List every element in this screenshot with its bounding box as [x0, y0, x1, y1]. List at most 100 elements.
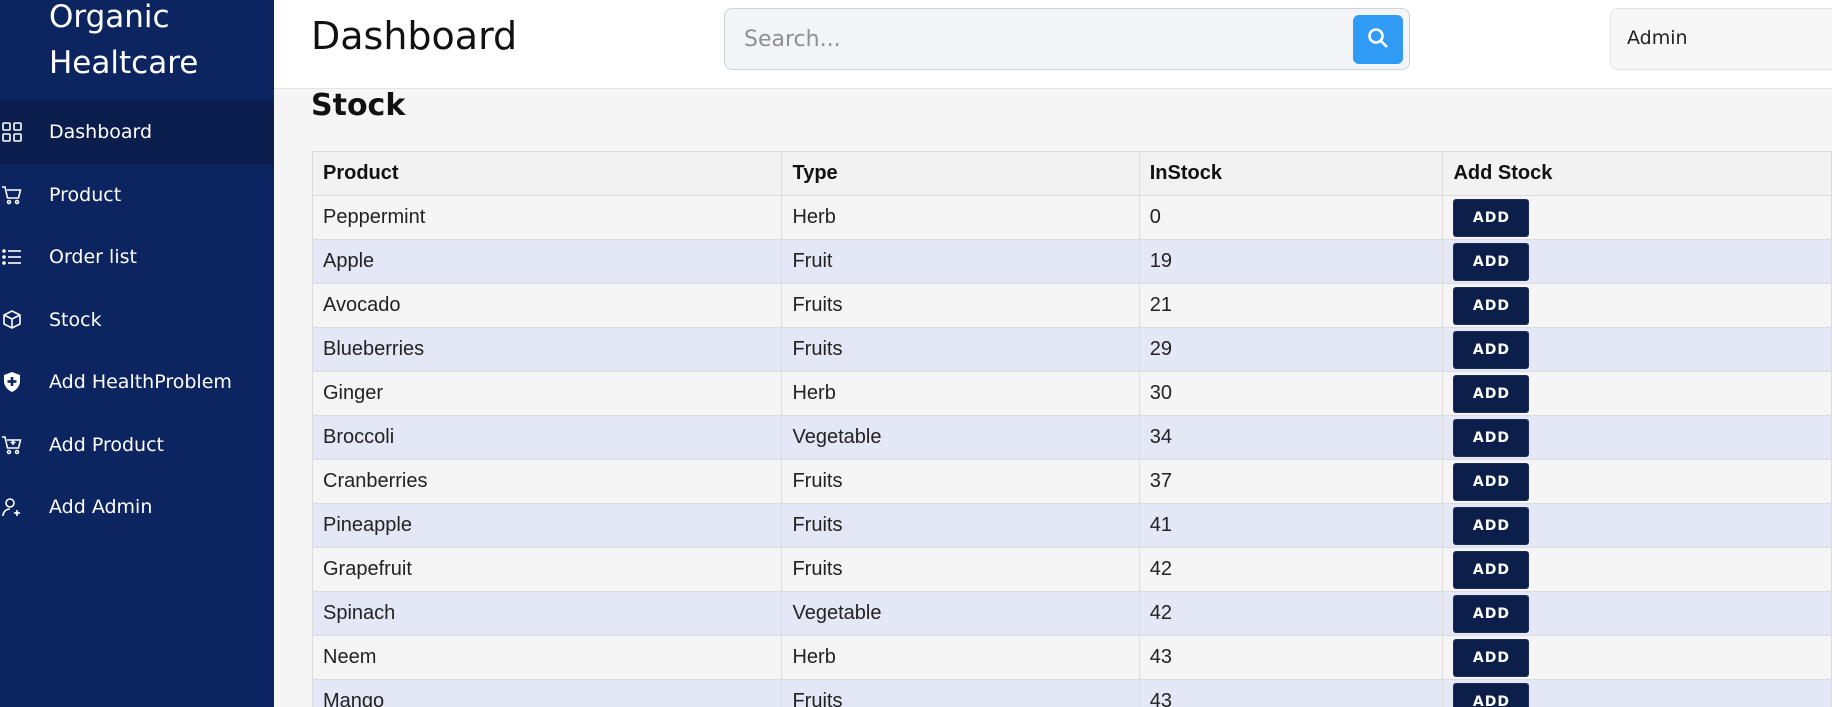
brand-line-1: Organic [49, 0, 170, 35]
section-title: Stock [311, 88, 406, 123]
add-stock-cell: ADD [1442, 547, 1832, 592]
type-cell: Vegetable [781, 415, 1140, 460]
add-stock-button[interactable]: ADD [1453, 330, 1530, 369]
stock-table: Product Type InStock Add Stock Peppermin… [311, 151, 1832, 707]
search-button[interactable] [1353, 15, 1403, 64]
admin-profile[interactable]: Admin [1610, 8, 1832, 70]
type-cell: Vegetable [781, 591, 1140, 636]
sidebar-item-dashboard[interactable]: Dashboard [0, 101, 274, 164]
add-stock-button[interactable]: ADD [1453, 242, 1530, 281]
column-header-add-stock: Add Stock [1442, 151, 1832, 196]
top-bar: Dashboard Admin [274, 0, 1832, 89]
add-stock-cell: ADD [1442, 635, 1832, 680]
product-cell: Apple [311, 239, 783, 284]
instock-cell: 29 [1138, 327, 1444, 372]
instock-cell: 41 [1138, 503, 1444, 548]
table-row: Ginger Herb 30 ADD [311, 371, 1832, 416]
instock-cell: 30 [1138, 371, 1444, 416]
table-row: Spinach Vegetable 42 ADD [311, 591, 1832, 636]
instock-cell: 43 [1138, 635, 1444, 680]
box-icon [0, 308, 24, 332]
table-row: Grapefruit Fruits 42 ADD [311, 547, 1832, 592]
search-icon [1366, 26, 1390, 54]
product-cell: Ginger [311, 371, 783, 416]
add-stock-button[interactable]: ADD [1453, 198, 1530, 237]
table-row: Mango Fruits 43 ADD [311, 679, 1832, 707]
sidebar-item-label: Dashboard [49, 121, 153, 144]
add-stock-button[interactable]: ADD [1453, 286, 1530, 325]
sidebar: Organic Healtcare Dashboard Product Orde… [0, 0, 274, 707]
sidebar-item-label: Stock [49, 308, 102, 331]
brand-logo: Organic Healtcare [49, 0, 198, 86]
instock-cell: 42 [1138, 591, 1444, 636]
sidebar-item-stock[interactable]: Stock [0, 289, 274, 352]
column-header-product: Product [311, 151, 783, 196]
type-cell: Herb [781, 195, 1140, 240]
sidebar-item-add-healthproblem[interactable]: Add HealthProblem [0, 351, 274, 414]
add-stock-button[interactable]: ADD [1453, 506, 1530, 545]
instock-cell: 19 [1138, 239, 1444, 284]
type-cell: Fruits [781, 547, 1140, 592]
add-stock-cell: ADD [1442, 679, 1832, 707]
add-stock-cell: ADD [1442, 371, 1832, 416]
type-cell: Fruits [781, 503, 1140, 548]
product-cell: Neem [311, 635, 783, 680]
table-row: Blueberries Fruits 29 ADD [311, 327, 1832, 372]
column-header-type: Type [781, 151, 1140, 196]
sidebar-nav: Dashboard Product Order list Stock Add H… [0, 101, 274, 539]
table-row: Broccoli Vegetable 34 ADD [311, 415, 1832, 460]
instock-cell: 37 [1138, 459, 1444, 504]
sidebar-item-label: Add Admin [49, 496, 153, 519]
admin-name: Admin [1627, 27, 1688, 49]
add-stock-cell: ADD [1442, 591, 1832, 636]
table-row: Cranberries Fruits 37 ADD [311, 459, 1832, 504]
product-cell: Cranberries [311, 459, 783, 504]
sidebar-item-product[interactable]: Product [0, 164, 274, 227]
user-plus-icon [0, 495, 24, 519]
product-cell: Broccoli [311, 415, 783, 460]
sidebar-item-order-list[interactable]: Order list [0, 226, 274, 289]
sidebar-item-add-admin[interactable]: Add Admin [0, 476, 274, 539]
add-stock-button[interactable]: ADD [1453, 374, 1530, 413]
sidebar-item-label: Add HealthProblem [49, 371, 232, 394]
add-stock-button[interactable]: ADD [1453, 550, 1530, 589]
cart-plus-icon [0, 433, 24, 457]
cart-icon [0, 183, 24, 207]
brand-line-2: Healtcare [49, 45, 199, 81]
product-cell: Peppermint [311, 195, 783, 240]
add-stock-button[interactable]: ADD [1453, 638, 1530, 677]
page-title: Dashboard [311, 14, 518, 58]
search-box [724, 8, 1410, 70]
table-row: Avocado Fruits 21 ADD [311, 283, 1832, 328]
search-input[interactable] [725, 9, 1345, 69]
shield-plus-icon [0, 370, 24, 394]
product-cell: Spinach [311, 591, 783, 636]
instock-cell: 0 [1138, 195, 1444, 240]
add-stock-cell: ADD [1442, 283, 1832, 328]
sidebar-item-label: Add Product [49, 433, 164, 456]
instock-cell: 43 [1138, 679, 1444, 707]
product-cell: Mango [311, 679, 783, 707]
product-cell: Grapefruit [311, 547, 783, 592]
table-row: Pineapple Fruits 41 ADD [311, 503, 1832, 548]
type-cell: Fruits [781, 283, 1140, 328]
add-stock-cell: ADD [1442, 459, 1832, 504]
table-header-row: Product Type InStock Add Stock [311, 151, 1832, 196]
add-stock-cell: ADD [1442, 195, 1832, 240]
add-stock-button[interactable]: ADD [1453, 418, 1530, 457]
table-row: Neem Herb 43 ADD [311, 635, 1832, 680]
add-stock-button[interactable]: ADD [1453, 462, 1530, 501]
instock-cell: 21 [1138, 283, 1444, 328]
add-stock-button[interactable]: ADD [1453, 682, 1530, 707]
type-cell: Fruits [781, 327, 1140, 372]
product-cell: Blueberries [311, 327, 783, 372]
sidebar-item-add-product[interactable]: Add Product [0, 414, 274, 477]
type-cell: Herb [781, 635, 1140, 680]
type-cell: Fruit [781, 239, 1140, 284]
instock-cell: 34 [1138, 415, 1444, 460]
table-body: Peppermint Herb 0 ADD Apple Fruit 19 ADD Avocado… [311, 195, 1832, 707]
product-cell: Avocado [311, 283, 783, 328]
add-stock-button[interactable]: ADD [1453, 594, 1530, 633]
sidebar-item-label: Product [49, 183, 122, 206]
type-cell: Fruits [781, 679, 1140, 707]
